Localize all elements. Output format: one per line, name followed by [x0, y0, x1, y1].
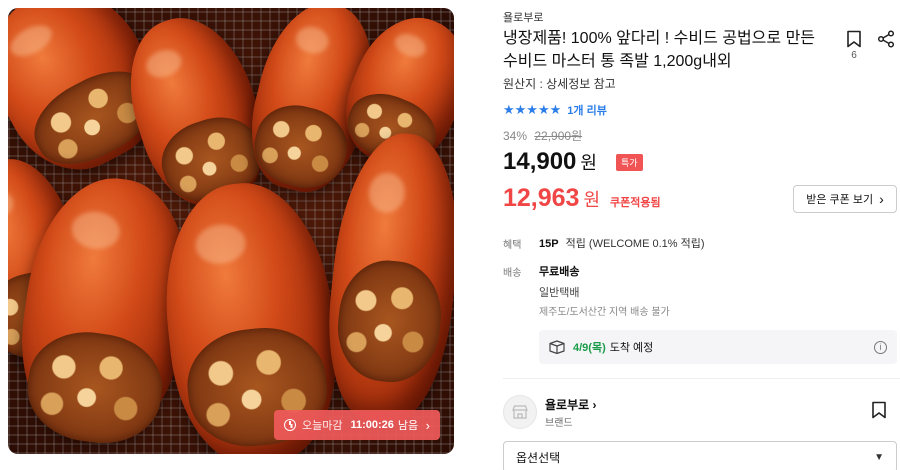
option-select-label: 옵션선택	[516, 450, 561, 465]
coupon-price-value: 12,963	[503, 184, 580, 212]
shipping-label: 배송	[503, 268, 522, 279]
brand-logo[interactable]	[503, 395, 537, 429]
discount-rate: 34%	[503, 129, 528, 143]
delivery-suffix: 도착 예정	[609, 342, 654, 354]
shipping-type: 무료배송	[539, 266, 580, 278]
option-select[interactable]: 옵션선택 ▼	[503, 441, 897, 470]
product-image[interactable]: 오늘마감 11:00:26 남음 ›	[8, 8, 454, 454]
chevron-right-icon: ›	[879, 191, 884, 207]
chevron-right-icon: ›	[425, 417, 430, 433]
review-count-link[interactable]: 1개 리뷰	[567, 102, 607, 118]
origin-info: 원산지 : 상세정보 참고	[503, 77, 616, 91]
brand-section[interactable]: 욜로부로 › 브랜드	[503, 391, 897, 431]
view-coupons-label: 받은 쿠폰 보기	[806, 194, 874, 206]
benefit-label: 혜택	[503, 240, 522, 251]
coupon-applied-label: 쿠폰적용됨	[610, 197, 661, 209]
view-coupons-button[interactable]: 받은 쿠폰 보기 ›	[793, 185, 897, 213]
store-icon	[512, 405, 528, 419]
timer-value: 11:00:26	[350, 419, 394, 431]
original-price: 22,900원	[534, 129, 583, 143]
delivery-date: 4/9(목)	[573, 342, 606, 354]
section-divider	[503, 378, 900, 379]
brand-link[interactable]: 욜로부로	[503, 9, 543, 25]
coupon-price: 12,963 원 쿠폰적용됨	[503, 184, 661, 213]
sale-price-unit: 원	[580, 153, 597, 173]
product-info-panel: 욜로부로 냉장제품! 100% 앞다리 ! 수비드 공법으로 만든 수비드 마스…	[503, 0, 900, 470]
brand-sub-label: 브랜드	[545, 418, 573, 429]
deal-timer[interactable]: 오늘마감 11:00:26 남음 ›	[274, 410, 440, 440]
clock-icon	[284, 419, 296, 431]
bookmark-icon	[872, 401, 886, 419]
shipping-note: 제주도/도서산간 지역 배송 불가	[539, 307, 670, 318]
product-title: 냉장제품! 100% 앞다리 ! 수비드 공법으로 만든 수비드 마스터 통 족…	[503, 30, 816, 70]
benefit-points: 15P 적립 (WELCOME 0.1% 적립)	[539, 235, 705, 251]
box-icon	[549, 340, 565, 354]
info-icon[interactable]: i	[874, 340, 887, 354]
brand-name-link[interactable]: 욜로부로 ›	[545, 396, 597, 413]
share-button[interactable]	[877, 30, 895, 48]
points-text: 적립 (WELCOME 0.1% 적립)	[565, 238, 705, 250]
share-icon	[877, 30, 895, 48]
discount-line: 34% 22,900원	[503, 127, 582, 144]
points-value: 15P	[539, 238, 559, 250]
bookmark-icon	[847, 30, 861, 48]
rating-row[interactable]: ★★★★★ 1개 리뷰	[503, 102, 607, 118]
coupon-price-unit: 원	[583, 190, 601, 210]
timer-suffix: 남음	[397, 420, 419, 432]
special-deal-badge: 특가	[616, 154, 643, 171]
chevron-down-icon: ▼	[874, 451, 884, 463]
bookmark-count: 6	[851, 50, 857, 61]
shipping-method: 일반택배	[539, 287, 580, 299]
chevron-right-icon: ›	[592, 398, 597, 412]
bookmark-button[interactable]: 6	[846, 30, 862, 61]
sale-price-value: 14,900	[503, 148, 577, 175]
timer-label: 오늘마감	[302, 420, 343, 432]
brand-bookmark-button[interactable]	[871, 401, 887, 424]
sale-price: 14,900 원	[503, 148, 597, 176]
star-rating: ★★★★★	[503, 102, 562, 117]
delivery-estimate: 4/9(목) 도착 예정 i	[539, 330, 897, 364]
brand-name: 욜로부로	[545, 398, 590, 412]
